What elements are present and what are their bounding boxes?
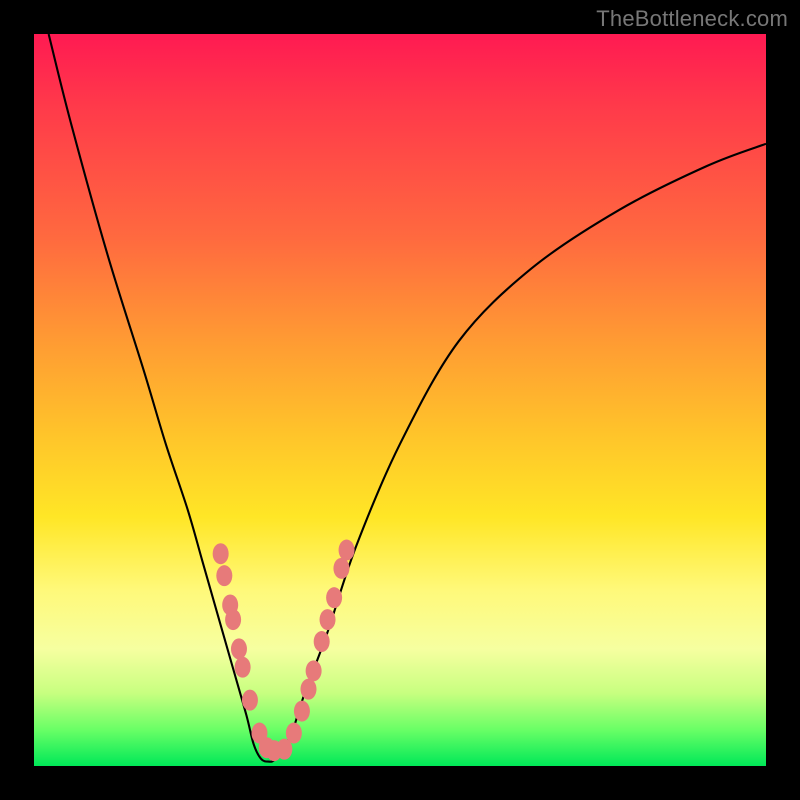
curve-marker bbox=[294, 701, 310, 722]
curve-marker bbox=[216, 565, 232, 586]
marker-group bbox=[213, 540, 355, 762]
curve-marker bbox=[242, 690, 258, 711]
curve-svg bbox=[34, 34, 766, 766]
curve-marker bbox=[306, 660, 322, 681]
watermark-text: TheBottleneck.com bbox=[596, 6, 788, 32]
curve-marker bbox=[326, 587, 342, 608]
curve-marker bbox=[333, 558, 349, 579]
curve-marker bbox=[314, 631, 330, 652]
curve-marker bbox=[339, 540, 355, 561]
curve-marker bbox=[320, 609, 336, 630]
curve-marker bbox=[213, 543, 229, 564]
curve-marker bbox=[286, 723, 302, 744]
chart-container: TheBottleneck.com bbox=[0, 0, 800, 800]
curve-marker bbox=[225, 609, 241, 630]
bottleneck-curve bbox=[49, 34, 766, 762]
plot-area bbox=[34, 34, 766, 766]
curve-marker bbox=[235, 657, 251, 678]
curve-marker bbox=[231, 638, 247, 659]
curve-marker bbox=[301, 679, 317, 700]
